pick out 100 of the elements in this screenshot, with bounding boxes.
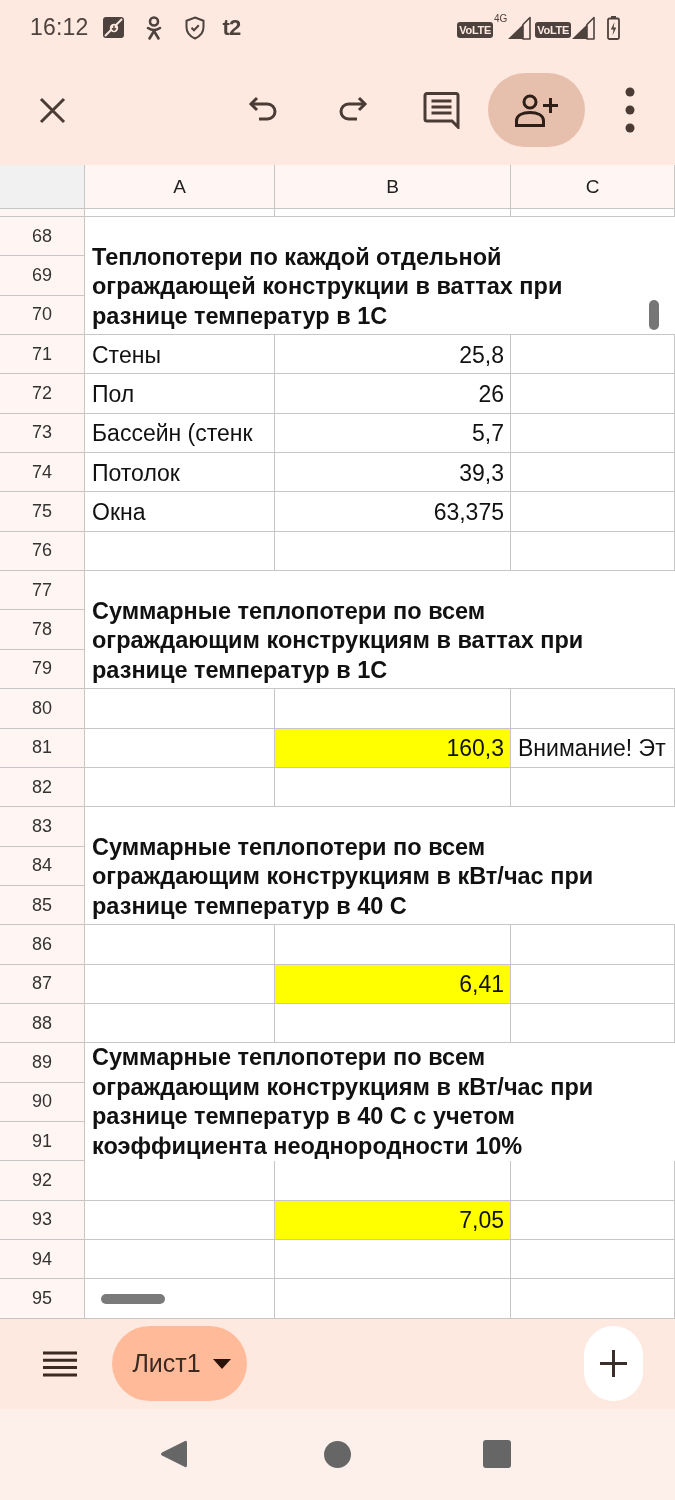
table-cell[interactable] [85, 1200, 275, 1241]
scrollbar-thumb[interactable] [649, 300, 659, 330]
table-cell[interactable] [275, 689, 511, 729]
row-number[interactable]: 74 [0, 453, 85, 493]
table-cell[interactable] [511, 1240, 675, 1280]
row-number[interactable]: 87 [0, 964, 85, 1004]
row-number[interactable]: 93 [0, 1200, 85, 1241]
table-cell[interactable] [85, 1279, 275, 1319]
row-number[interactable]: 69 [0, 256, 85, 296]
status-time: 16:12 [30, 14, 89, 41]
row-number[interactable]: 80 [0, 689, 85, 729]
row-number[interactable]: 77 [0, 571, 85, 611]
table-cell[interactable] [511, 492, 675, 532]
row-number[interactable]: 76 [0, 531, 85, 572]
row-number[interactable]: 94 [0, 1240, 85, 1280]
table-cell[interactable] [511, 335, 675, 375]
row-number[interactable]: 71 [0, 335, 85, 375]
volte-badge: VoLTE [457, 21, 493, 38]
row-number[interactable]: 90 [0, 1082, 85, 1122]
row-number[interactable]: 68 [0, 217, 85, 257]
close-icon [38, 96, 66, 124]
select-all-corner[interactable] [0, 165, 85, 209]
carrier-logo: t2 [222, 14, 241, 41]
table-cell[interactable]: 63,375 [275, 492, 511, 532]
row-number[interactable]: 86 [0, 925, 85, 965]
table-cell[interactable]: Внимание! Эт [511, 728, 675, 768]
battery-charging-icon [607, 15, 620, 40]
table-cell[interactable] [85, 689, 275, 729]
table-cell[interactable] [511, 1279, 675, 1319]
table-cell[interactable]: 25,8 [275, 335, 511, 375]
row-number[interactable]: 72 [0, 374, 85, 414]
row-number[interactable]: 79 [0, 649, 85, 690]
row-number[interactable]: 70 [0, 295, 85, 336]
table-cell[interactable] [511, 531, 675, 572]
row-number[interactable]: 82 [0, 767, 85, 808]
table-cell[interactable] [275, 925, 511, 965]
table-cell[interactable]: Окна [85, 492, 275, 532]
row-number[interactable]: 89 [0, 1043, 85, 1083]
table-cell[interactable]: Пол [85, 374, 275, 414]
undo-icon [247, 96, 279, 124]
table-cell[interactable] [85, 767, 275, 808]
table-cell[interactable] [275, 1003, 511, 1044]
row-number[interactable]: 92 [0, 1161, 85, 1201]
table-cell[interactable]: 5,7 [275, 413, 511, 454]
redo-icon [336, 96, 368, 124]
photo-download-icon [102, 17, 124, 38]
row-number[interactable]: 83 [0, 807, 85, 847]
comment-icon [423, 91, 461, 129]
add-person-icon [515, 93, 558, 127]
table-cell[interactable] [85, 925, 275, 965]
row-number[interactable]: 95 [0, 1279, 85, 1319]
table-cell[interactable]: 39,3 [275, 453, 511, 493]
column-header[interactable]: B [275, 165, 511, 209]
table-cell[interactable]: Стены [85, 335, 275, 375]
scrollbar-thumb[interactable] [101, 1294, 165, 1304]
shield-check-icon [184, 15, 205, 40]
recent-apps-icon[interactable] [483, 1440, 511, 1469]
table-cell[interactable]: 160,3 [275, 728, 511, 768]
table-cell[interactable] [85, 1161, 275, 1201]
table-cell[interactable] [511, 453, 675, 493]
row-number[interactable]: 88 [0, 1003, 85, 1044]
row-number[interactable]: 73 [0, 413, 85, 454]
back-icon[interactable] [160, 1439, 187, 1470]
table-cell[interactable] [511, 374, 675, 414]
table-cell[interactable] [85, 1240, 275, 1280]
row-number[interactable]: 85 [0, 885, 85, 926]
table-cell[interactable] [275, 1161, 511, 1201]
person-figure-icon [144, 15, 163, 40]
column-header[interactable]: A [85, 165, 275, 209]
table-cell[interactable] [511, 689, 675, 729]
row-number[interactable]: 91 [0, 1122, 85, 1162]
table-cell[interactable] [85, 531, 275, 572]
table-cell[interactable] [511, 767, 675, 808]
table-cell[interactable] [275, 1240, 511, 1280]
table-cell[interactable]: 7,05 [275, 1200, 511, 1241]
sheet-tab[interactable]: Лист1 [112, 1326, 247, 1402]
plus-icon [600, 1350, 627, 1378]
row-number[interactable]: 81 [0, 728, 85, 768]
table-cell[interactable] [511, 1161, 675, 1201]
table-cell[interactable]: Потолок [85, 453, 275, 493]
table-cell[interactable] [275, 1279, 511, 1319]
home-icon[interactable] [324, 1440, 351, 1468]
table-cell[interactable] [511, 413, 675, 454]
table-cell[interactable] [85, 1003, 275, 1044]
table-cell[interactable] [275, 767, 511, 808]
table-cell[interactable]: 26 [275, 374, 511, 414]
table-cell[interactable]: Бассейн (стенк [85, 413, 275, 454]
row-number[interactable]: 78 [0, 610, 85, 650]
table-cell[interactable] [511, 1003, 675, 1044]
table-cell[interactable]: 6,41 [275, 964, 511, 1004]
table-cell[interactable] [275, 531, 511, 572]
table-cell[interactable] [85, 728, 275, 768]
table-cell[interactable] [85, 964, 275, 1004]
row-number[interactable]: 84 [0, 846, 85, 886]
table-cell[interactable] [511, 925, 675, 965]
signal-icon [571, 15, 595, 40]
column-header[interactable]: C [511, 165, 675, 209]
row-number[interactable]: 75 [0, 492, 85, 532]
table-cell[interactable] [511, 1200, 675, 1241]
table-cell[interactable] [511, 964, 675, 1004]
